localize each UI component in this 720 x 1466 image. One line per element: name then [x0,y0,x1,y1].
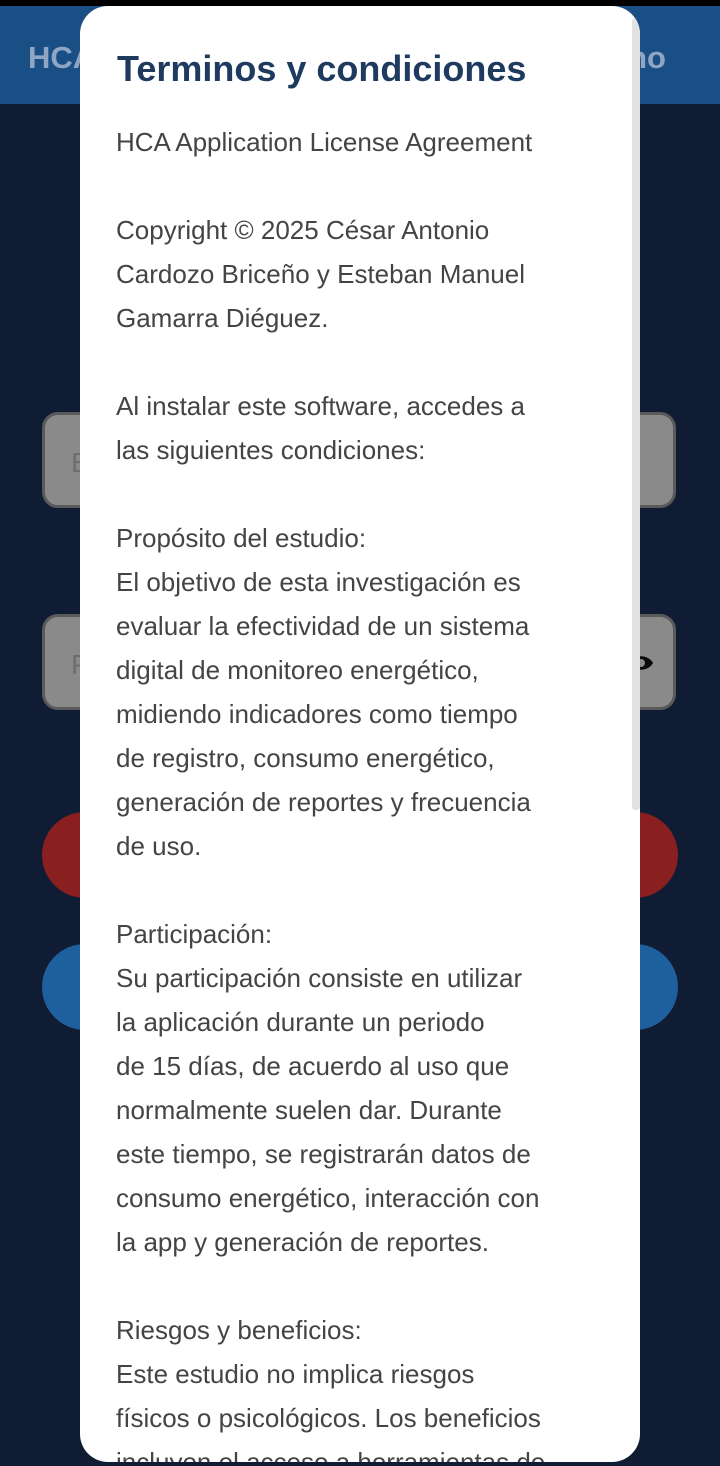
terms-paragraph: Riesgos y beneficios: Este estudio no im… [116,1315,546,1462]
scrollbar[interactable] [632,18,640,810]
terms-paragraph: Propósito del estudio: El objetivo de es… [116,523,531,861]
terms-paragraph: Participación: Su participación consiste… [116,919,540,1257]
dialog-body[interactable]: HCA Application License Agreement Copyri… [116,120,616,1462]
terms-dialog: Terminos y condiciones HCA Application L… [80,6,640,1462]
terms-paragraph: HCA Application License Agreement [116,127,533,157]
terms-paragraph: Copyright © 2025 César Antonio Cardozo B… [116,215,526,333]
dialog-title: Terminos y condiciones [117,48,527,89]
terms-paragraph: Al instalar este software, accedes a las… [116,391,525,465]
